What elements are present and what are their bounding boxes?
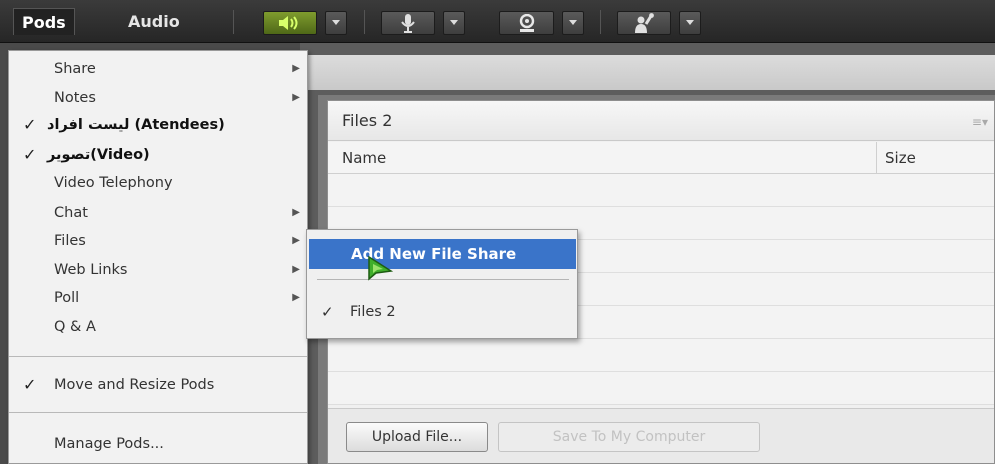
table-row — [328, 339, 994, 372]
files-submenu: Add New File Share ✓ Files 2 — [306, 229, 578, 339]
menu-item-notes[interactable]: Notes ▶ — [9, 84, 307, 112]
menu-item-label: Manage Pods... — [54, 436, 164, 452]
menu-item-label: Chat — [54, 205, 88, 221]
pods-menu-tab[interactable]: Pods — [13, 8, 75, 35]
submenu-arrow-icon: ▶ — [292, 264, 300, 275]
add-new-file-share-item[interactable]: Add New File Share — [309, 239, 576, 269]
toolbar-separator — [364, 10, 365, 34]
webcam-options-button[interactable] — [562, 11, 584, 35]
chevron-down-icon — [686, 20, 694, 25]
menu-item-attendees[interactable]: ✓ ليست افراد (Atendees) — [9, 111, 307, 139]
menu-item-label: Files — [54, 233, 86, 249]
checkmark-icon: ✓ — [23, 375, 37, 394]
menu-item-label: ليست افراد (Atendees) — [47, 117, 225, 133]
chevron-down-icon — [569, 20, 577, 25]
menu-item-label: Notes — [54, 90, 96, 106]
menu-item-label: Web Links — [54, 262, 128, 278]
checkmark-icon: ✓ — [321, 303, 334, 321]
menu-item-label: Move and Resize Pods — [54, 377, 215, 393]
chevron-down-icon — [450, 20, 458, 25]
column-header-size[interactable]: Size — [876, 142, 995, 173]
raise-hand-icon — [635, 13, 654, 33]
submenu-arrow-icon: ▶ — [292, 63, 300, 74]
menu-separator — [9, 356, 307, 357]
mouse-cursor-icon — [368, 255, 394, 281]
menu-item-label: Share — [54, 61, 96, 77]
menu-item-move-resize-pods[interactable]: ✓ Move and Resize Pods — [9, 371, 307, 399]
audio-menu-tab[interactable]: Audio — [120, 8, 188, 35]
microphone-button[interactable] — [381, 11, 435, 35]
microphone-options-button[interactable] — [443, 11, 465, 35]
menu-item-video[interactable]: ✓ تصوير(Video) — [9, 141, 307, 169]
pod-options-menu-icon[interactable]: ≡▾ — [972, 115, 988, 129]
raise-hand-button[interactable] — [617, 11, 671, 35]
toolbar-separator — [233, 10, 234, 34]
files-pod-title: Files 2 — [342, 111, 393, 130]
menu-item-label: تصوير(Video) — [47, 147, 150, 163]
menu-item-manage-pods[interactable]: Manage Pods... — [9, 430, 307, 458]
save-to-computer-button[interactable]: Save To My Computer — [498, 422, 760, 452]
table-row — [328, 372, 994, 405]
menu-separator — [9, 412, 307, 413]
chevron-down-icon — [332, 20, 340, 25]
menu-item-label: Video Telephony — [54, 175, 173, 191]
column-header-name[interactable]: Name — [342, 149, 386, 167]
checkmark-icon: ✓ — [23, 115, 37, 134]
pods-dropdown-menu: Share ▶ Notes ▶ ✓ ليست افراد (Atendees) … — [8, 50, 308, 464]
menu-item-web-links[interactable]: Web Links ▶ — [9, 256, 307, 284]
files-table-header: Name Size — [328, 142, 994, 174]
workspace-header-strip — [300, 55, 995, 90]
raise-hand-options-button[interactable] — [679, 11, 701, 35]
menu-item-share[interactable]: Share ▶ — [9, 55, 307, 83]
webcam-button[interactable] — [499, 11, 554, 35]
checkmark-icon: ✓ — [23, 145, 37, 164]
menu-item-files[interactable]: Files ▶ — [9, 227, 307, 255]
speaker-icon — [279, 16, 298, 30]
menu-item-label: Files 2 — [350, 304, 396, 320]
menu-item-poll[interactable]: Poll ▶ — [9, 284, 307, 312]
menu-item-chat[interactable]: Chat ▶ — [9, 199, 307, 227]
submenu-arrow-icon: ▶ — [292, 207, 300, 218]
menu-item-label: Poll — [54, 290, 80, 306]
menu-separator — [317, 279, 569, 280]
upload-file-button[interactable]: Upload File... — [346, 422, 488, 452]
files-pod-footer: Upload File... Save To My Computer — [328, 408, 994, 463]
menu-item-video-telephony[interactable]: Video Telephony — [9, 169, 307, 197]
menu-item-label: Q & A — [54, 319, 96, 335]
submenu-item-files-2[interactable]: ✓ Files 2 — [307, 298, 577, 326]
speaker-button[interactable] — [263, 11, 317, 35]
table-row — [328, 174, 994, 207]
files-pod-header: Files 2 ≡▾ — [328, 101, 994, 141]
submenu-arrow-icon: ▶ — [292, 292, 300, 303]
webcam-icon — [519, 14, 534, 32]
submenu-arrow-icon: ▶ — [292, 92, 300, 103]
submenu-arrow-icon: ▶ — [292, 235, 300, 246]
microphone-icon — [401, 14, 415, 33]
toolbar-separator — [600, 10, 601, 34]
speaker-options-button[interactable] — [325, 11, 347, 35]
top-menu-bar: Pods Audio — [0, 0, 995, 43]
menu-item-qa[interactable]: Q & A — [9, 313, 307, 341]
